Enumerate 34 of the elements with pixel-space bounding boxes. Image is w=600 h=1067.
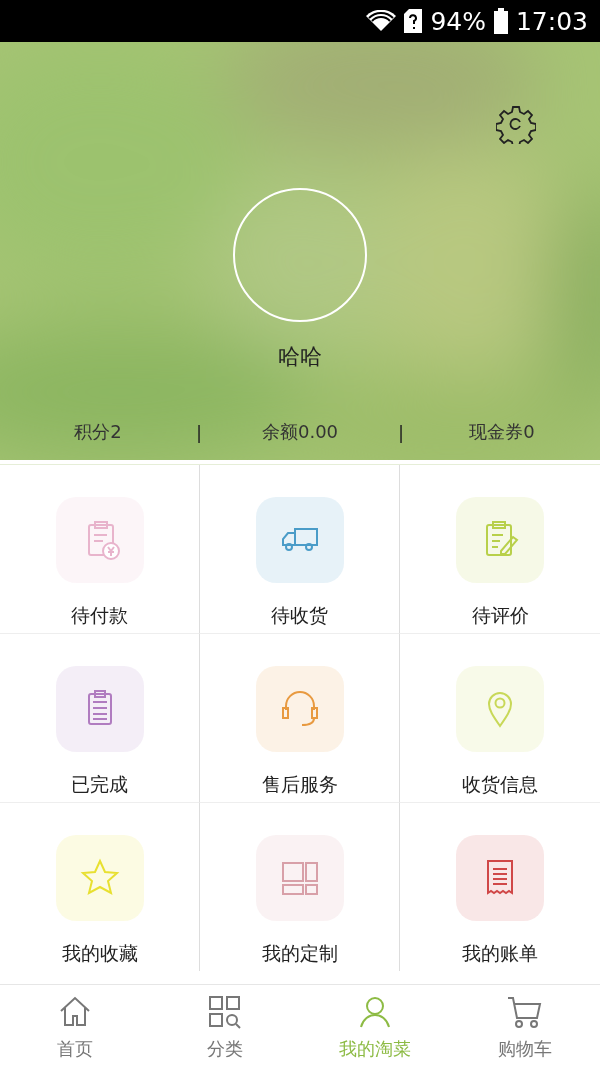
menu-label[interactable]: 待付款 [71,603,128,629]
stat-separator: | [397,421,405,443]
battery-icon [493,8,508,34]
settings-icon[interactable] [496,104,536,144]
menu-label[interactable]: 我的定制 [261,941,338,967]
menu-label[interactable]: 已完成 [71,772,128,798]
stat-separator: | [195,421,202,443]
points-stat[interactable]: 积分2 [0,420,196,444]
balance-stat[interactable]: 余额0.00 [202,420,398,444]
user-name: 哈哈 [278,343,322,371]
menu-tile[interactable] [55,835,144,921]
menu-tile[interactable] [456,835,544,921]
tab-label[interactable]: 分类 [207,1037,243,1061]
coupon-stat[interactable]: 现金券0 [404,420,600,444]
menu-tile[interactable] [255,497,344,583]
menu-tile[interactable] [255,835,344,921]
tab-label[interactable]: 首页 [57,1037,93,1061]
sim-card-icon [404,9,423,33]
menu-label[interactable]: 我的账单 [462,941,538,967]
menu-label[interactable]: 收货信息 [462,772,538,798]
menu-label[interactable]: 售后服务 [261,772,338,798]
tab-label[interactable]: 购物车 [498,1037,552,1061]
menu-label[interactable]: 我的收藏 [61,941,138,967]
menu-label[interactable]: 待评价 [471,603,529,629]
menu-tile[interactable] [55,666,144,752]
clock: 17:03 [515,6,588,36]
menu-tile[interactable] [55,497,144,583]
battery-percentage: 94% [430,6,486,36]
menu-tile[interactable] [456,497,544,583]
menu-tile[interactable] [255,666,344,752]
menu-tile[interactable] [456,666,544,752]
avatar[interactable] [233,188,367,322]
wifi-icon [366,10,397,32]
menu-label[interactable]: 待收货 [271,603,328,629]
